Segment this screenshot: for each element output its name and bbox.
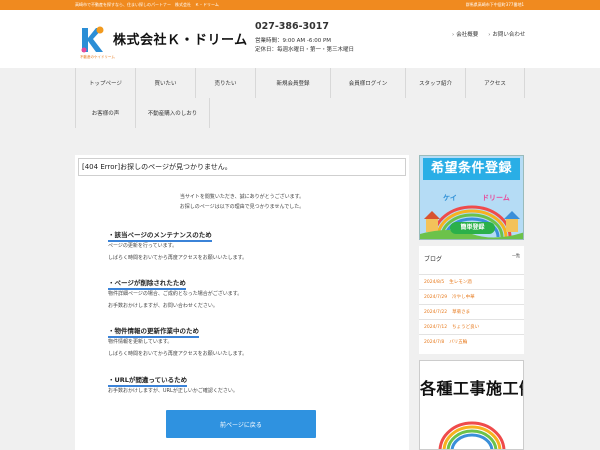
- blog-post-title: 草菊さま: [452, 310, 471, 315]
- header-links: 会社概要 お問い合わせ: [452, 30, 525, 38]
- condition-registration-banner[interactable]: 希望条件登録 ケイ ドリーム 簡単登録: [419, 155, 524, 240]
- blog-post-title: ちょうど良い: [452, 325, 480, 330]
- blog-post-item[interactable]: 2024/8/5 生レモン酒: [419, 274, 524, 289]
- blog-post-item[interactable]: 2024/7/29 冷やし中華: [419, 289, 524, 304]
- main-content: [404 Error]お探しのページが見つかりません。 当サイトを閲覧いただき、…: [75, 155, 409, 450]
- nav-item-staff[interactable]: スタッフ紹介: [405, 68, 465, 98]
- nav-item-buy[interactable]: 買いたい: [135, 68, 195, 98]
- reason-line: しばらく時間をおいてから再度アクセスをお願いいたします。: [108, 351, 248, 357]
- reason-body-url: お手数おかけしますが、URLが正しいかご確認ください。: [108, 385, 238, 397]
- intro-line-2: お探しのページは以下の理由で見つかりませんでした。: [179, 204, 305, 210]
- easy-registration-pill: 簡単登録: [450, 222, 495, 234]
- reason-line: 物件詳細ページの場合、ご成約となった場合がございます。: [108, 291, 243, 297]
- reason-line: ページの更新を行っています。: [108, 243, 178, 249]
- reason-line: 物件情報を更新しています。: [108, 339, 173, 345]
- rainbow-illustration-icon: [438, 421, 506, 449]
- banner-title: 各種工事施工例: [420, 379, 524, 398]
- error-title: [404 Error]お探しのページが見つかりません。: [78, 158, 406, 176]
- blog-post-title: 生レモン酒: [449, 280, 472, 285]
- blog-post-date: 2024/7/8: [424, 340, 445, 345]
- intro-text: 当サイトを閲覧いただき、誠にありがとうございます。 お探しのページは以下の理由で…: [75, 192, 409, 212]
- svg-text:ケイ: ケイ: [443, 194, 457, 202]
- company-logo-icon[interactable]: [79, 24, 105, 54]
- blog-list-link[interactable]: 一覧: [512, 253, 520, 259]
- blog-post-item[interactable]: 2024/7/12 ちょうど良い: [419, 319, 524, 334]
- company-name[interactable]: 株式会社Ｋ・ドリーム: [113, 29, 248, 48]
- top-bar-address: 群馬県高崎市下中居町377番地1: [465, 2, 524, 7]
- banner-title: 希望条件登録: [423, 158, 520, 180]
- blog-post-title: バリ五輪: [449, 340, 468, 345]
- construction-examples-banner[interactable]: 各種工事施工例: [419, 360, 524, 450]
- top-info-bar: 高崎市で不動産を探すなら、住まい探しのパートナー 株式会社 Ｋ・ドリーム 群馬県…: [0, 0, 600, 10]
- reason-body-updating: 物件情報を更新しています。 しばらく時間をおいてから再度アクセスをお願いいたしま…: [108, 336, 247, 360]
- blog-post-item[interactable]: 2024/7/22 草菊さま: [419, 304, 524, 319]
- nav-item-guide[interactable]: 不動産購入のしおり: [135, 98, 210, 128]
- blog-post-title: 冷やし中華: [452, 295, 475, 300]
- blog-post-date: 2024/7/22: [424, 310, 448, 315]
- svg-text:ドリーム: ドリーム: [482, 194, 510, 202]
- reason-line: しばらく時間をおいてから再度アクセスをお願いいたします。: [108, 255, 248, 261]
- top-bar-tagline: 高崎市で不動産を探すなら、住まい探しのパートナー 株式会社 Ｋ・ドリーム: [75, 2, 219, 7]
- company-profile-link[interactable]: 会社概要: [452, 30, 478, 38]
- blog-post-item[interactable]: 2024/7/8 バリ五輪: [419, 334, 524, 349]
- reason-body-maintenance: ページの更新を行っています。 しばらく時間をおいてから再度アクセスをお願いいたし…: [108, 240, 247, 264]
- main-navigation: トップページ 買いたい 売りたい 新規会員登録 会員様ログイン スタッフ紹介 ア…: [75, 68, 525, 128]
- blog-title: ブログ: [424, 256, 443, 263]
- nav-item-login[interactable]: 会員様ログイン: [330, 68, 405, 98]
- logo-caption: 不動産のケイドリーム: [80, 55, 115, 59]
- holiday-info: 定休日：毎週水曜日・第一・第三木曜日: [255, 47, 355, 53]
- nav-item-top[interactable]: トップページ: [75, 68, 135, 98]
- blog-post-date: 2024/7/12: [424, 325, 448, 330]
- reason-body-deleted: 物件詳細ページの場合、ご成約となった場合がございます。 お手数おかけしますが、お…: [108, 288, 242, 312]
- contact-link[interactable]: お問い合わせ: [488, 30, 525, 38]
- site-header: 不動産のケイドリーム 株式会社Ｋ・ドリーム 027-386-3017 営業時間：…: [0, 10, 600, 68]
- back-button[interactable]: 前ページに戻る: [166, 410, 316, 438]
- blog-widget: ブログ 一覧 2024/8/5 生レモン酒 2024/7/29 冷やし中華 2024…: [419, 246, 524, 354]
- phone-number: 027-386-3017: [255, 21, 329, 32]
- blog-post-date: 2024/7/29: [424, 295, 448, 300]
- business-hours: 営業時間：9:00 AM -6:00 PM: [255, 38, 332, 44]
- reason-line: お手数おかけしますが、お問い合わせください。: [108, 303, 218, 309]
- intro-line-1: 当サイトを閲覧いただき、誠にありがとうございます。: [179, 194, 305, 200]
- nav-item-access[interactable]: アクセス: [465, 68, 525, 98]
- reason-line: お手数おかけしますが、URLが正しいかご確認ください。: [108, 388, 238, 394]
- nav-item-voice[interactable]: お客様の声: [75, 98, 135, 128]
- nav-item-sell[interactable]: 売りたい: [195, 68, 255, 98]
- nav-item-register[interactable]: 新規会員登録: [255, 68, 330, 98]
- blog-post-date: 2024/8/5: [424, 280, 445, 285]
